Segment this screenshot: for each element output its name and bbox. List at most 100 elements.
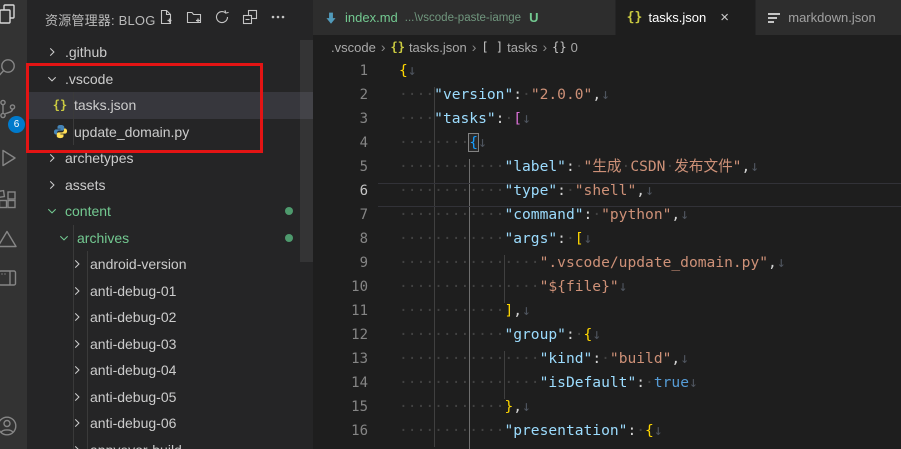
tab-markdown-json[interactable]: markdown.json	[756, 0, 901, 35]
token: ,	[592, 86, 601, 103]
token: 发布文件"	[674, 158, 741, 175]
token: CSDN	[630, 158, 665, 175]
run-debug-icon[interactable]	[0, 144, 27, 178]
tree-item-archetypes[interactable]: archetypes	[27, 145, 313, 172]
code-line[interactable]: 14················"isDefault":·true↓	[313, 371, 901, 395]
code-line[interactable]: 6············"type":·"shell",↓	[313, 179, 901, 203]
json-icon: {}	[626, 10, 642, 26]
token: ↓	[601, 86, 610, 103]
vscode-window: 6 资源管理器: BLOG .github.vscode{}tasks.json…	[0, 0, 901, 449]
token: {	[399, 62, 408, 79]
token: :	[636, 374, 645, 391]
token: ↓	[680, 206, 689, 223]
line-content: ····"tasks":·[↓	[399, 107, 531, 131]
git-changes-dot	[285, 207, 293, 215]
tree-item-assets[interactable]: assets	[27, 172, 313, 199]
code-line[interactable]: 15············},↓	[313, 395, 901, 419]
tree-item-android-version[interactable]: android-version	[27, 251, 313, 278]
token: :	[566, 158, 575, 175]
token: ,	[671, 206, 680, 223]
token: ,	[636, 182, 645, 199]
token: ····	[399, 110, 434, 127]
tree-item-update-domain-py[interactable]: update_domain.py	[27, 119, 313, 146]
new-folder-icon[interactable]	[185, 8, 203, 26]
token: ↓	[654, 422, 663, 439]
code-line[interactable]: 16············"presentation":·{↓	[313, 419, 901, 443]
code-line[interactable]: 11············],↓	[313, 299, 901, 323]
token: ············	[399, 158, 504, 175]
token: "type"	[504, 182, 557, 199]
tree-item-anti-debug-01[interactable]: anti-debug-01	[27, 278, 313, 305]
code-line[interactable]: 3····"tasks":·[↓	[313, 107, 901, 131]
breadcrumb-item[interactable]: 0	[571, 40, 578, 55]
tree-item-anti-debug-02[interactable]: anti-debug-02	[27, 304, 313, 331]
code-line[interactable]: 12············"group":·{↓	[313, 323, 901, 347]
refresh-icon[interactable]	[213, 8, 231, 26]
extensions-icon[interactable]	[0, 186, 27, 220]
window-icon[interactable]	[0, 264, 27, 298]
token: ········	[399, 134, 469, 151]
tree-item-label: update_domain.py	[74, 124, 189, 140]
line-number: 4	[313, 131, 368, 155]
tree-item-archives[interactable]: archives	[27, 225, 313, 252]
tree-item-label: android-version	[90, 256, 187, 272]
triangle-icon[interactable]	[0, 225, 27, 259]
tree-item-appveyor-build[interactable]: appveyor-build	[27, 437, 313, 449]
token: "生成	[584, 158, 622, 175]
code-line[interactable]: 9················".vscode/update_domain.…	[313, 251, 901, 275]
code-line[interactable]: 13················"kind":·"build",↓	[313, 347, 901, 371]
token: ············	[399, 230, 504, 247]
collapse-all-icon[interactable]	[241, 8, 259, 26]
tree-item-tasks-json[interactable]: {}tasks.json	[27, 92, 313, 119]
tab-tasks-json[interactable]: {} tasks.json ×	[616, 0, 756, 35]
token: ············	[399, 206, 504, 223]
code-line[interactable]: 2····"version":·"2.0.0",↓	[313, 83, 901, 107]
account-icon[interactable]	[0, 412, 27, 446]
new-file-icon[interactable]	[157, 8, 175, 26]
code-line[interactable]: 7············"command":·"python",↓	[313, 203, 901, 227]
token: ↓	[592, 326, 601, 343]
token: "group"	[504, 326, 566, 343]
tree-item-content[interactable]: content	[27, 198, 313, 225]
search-icon[interactable]	[0, 54, 27, 88]
token: ·	[636, 422, 645, 439]
breadcrumb-item[interactable]: tasks.json	[409, 40, 467, 55]
line-number: 6	[313, 179, 368, 203]
line-content: ············],↓	[399, 299, 531, 323]
token: "version"	[434, 86, 513, 103]
token: "command"	[504, 206, 583, 223]
chevron-down-icon	[57, 231, 71, 245]
tree-item-label: archives	[77, 230, 129, 246]
token: ············	[399, 326, 504, 343]
sidebar-scrollbar[interactable]	[300, 40, 313, 262]
token: [	[513, 110, 522, 127]
close-icon[interactable]: ×	[720, 10, 729, 25]
token: ↓	[750, 158, 759, 175]
line-content: ················"kind":·"build",↓	[399, 347, 689, 371]
explorer-icon[interactable]	[0, 0, 27, 34]
tree-item-anti-debug-03[interactable]: anti-debug-03	[27, 331, 313, 358]
tree-item-anti-debug-05[interactable]: anti-debug-05	[27, 384, 313, 411]
tree-item--github[interactable]: .github	[27, 39, 313, 66]
line-number: 8	[313, 227, 368, 251]
breadcrumb-item[interactable]: .vscode	[331, 40, 376, 55]
tree-item-anti-debug-06[interactable]: anti-debug-06	[27, 410, 313, 437]
line-content: ············"group":·{↓	[399, 323, 601, 347]
breadcrumb-item[interactable]: tasks	[507, 40, 537, 55]
tree-item--vscode[interactable]: .vscode	[27, 66, 313, 93]
code-line[interactable]: 4········{↓	[313, 131, 901, 155]
editor-content[interactable]: 1{↓2····"version":·"2.0.0",↓3····"tasks"…	[313, 59, 901, 449]
code-line[interactable]: 10················"${file}"↓	[313, 275, 901, 299]
line-content: ············},↓	[399, 395, 531, 419]
more-icon[interactable]	[269, 8, 287, 26]
token: "kind"	[540, 350, 593, 367]
tree-item-anti-debug-04[interactable]: anti-debug-04	[27, 357, 313, 384]
tab-index-md[interactable]: index.md ...\vscode-paste-iamge U	[313, 0, 616, 35]
tree-item-label: .vscode	[65, 71, 113, 87]
tree-item-label: anti-debug-02	[90, 309, 176, 325]
code-line[interactable]: 1{↓	[313, 59, 901, 83]
token: ·	[601, 350, 610, 367]
token: ················	[399, 254, 540, 271]
code-line[interactable]: 8············"args":·[↓	[313, 227, 901, 251]
code-line[interactable]: 5············"label":·"生成·CSDN·发布文件",↓	[313, 155, 901, 179]
